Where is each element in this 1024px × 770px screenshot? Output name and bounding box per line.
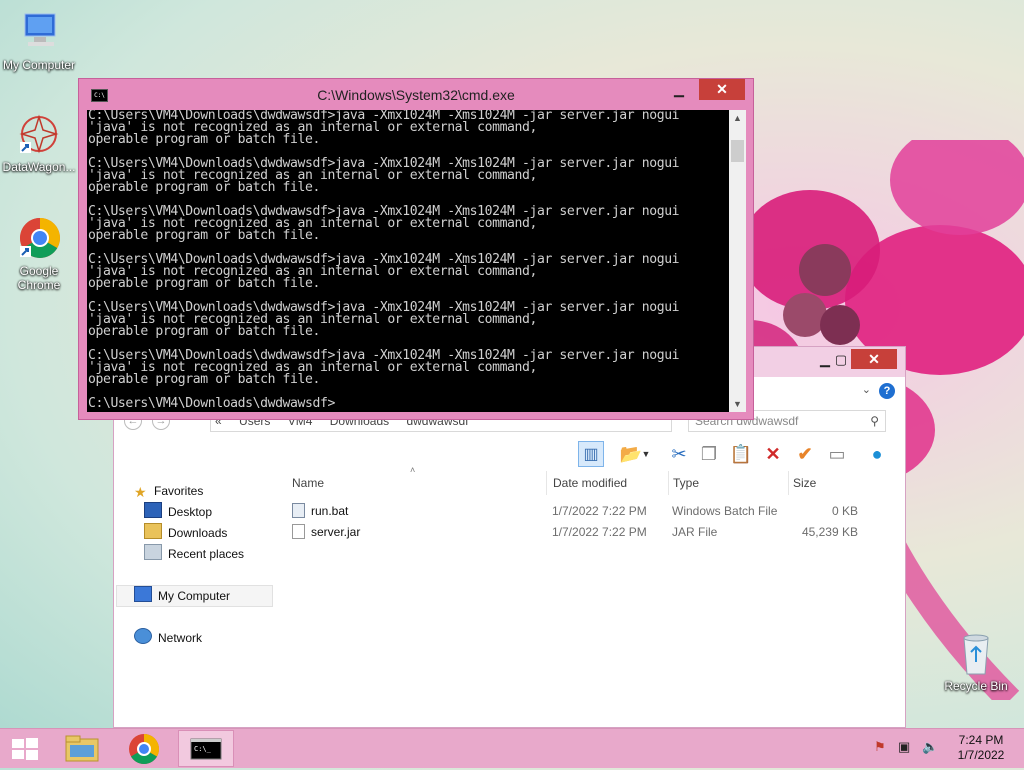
scroll-up-icon[interactable]: ▲ bbox=[729, 110, 746, 126]
jar-file-icon bbox=[292, 524, 305, 539]
desktop-icon bbox=[144, 502, 162, 518]
close-button[interactable]: ✕ bbox=[851, 349, 897, 369]
network-icon bbox=[134, 628, 152, 644]
console-text: C:\Users\VM4\Downloads\dwdwawsdf>java -X… bbox=[88, 110, 680, 411]
taskbar-file-explorer[interactable] bbox=[54, 730, 110, 767]
file-row-server-jar[interactable]: server.jar 1/7/2022 7:22 PM JAR File 45,… bbox=[290, 521, 902, 543]
svg-text:C:\_: C:\_ bbox=[194, 745, 212, 753]
close-button[interactable]: ✕ bbox=[699, 79, 745, 100]
preview-pane-icon[interactable]: ▥ bbox=[578, 441, 604, 467]
nav-my-computer[interactable]: My Computer bbox=[134, 586, 230, 606]
copy-icon[interactable]: ❐ bbox=[696, 441, 722, 467]
nav-label: Favorites bbox=[154, 484, 204, 498]
console-output[interactable]: C:\Users\VM4\Downloads\dwdwawsdf>java -X… bbox=[87, 110, 729, 412]
volume-muted-icon[interactable]: 🔈 bbox=[922, 739, 938, 755]
folder-icon bbox=[65, 735, 99, 762]
cmd-icon: C:\_ bbox=[190, 738, 222, 760]
minimize-button[interactable]: ▁ bbox=[665, 79, 693, 100]
search-icon[interactable]: ⚲ bbox=[870, 411, 879, 431]
file-size: 45,239 KB bbox=[801, 525, 858, 539]
computer-icon bbox=[134, 586, 152, 602]
navigation-pane: ★ Favorites Desktop Downloads Recent plac… bbox=[114, 473, 289, 723]
nav-desktop[interactable]: Desktop bbox=[144, 502, 212, 522]
computer-icon bbox=[24, 13, 56, 46]
desktop-icon-datawagon[interactable]: DataWagon... bbox=[0, 112, 78, 174]
help-icon[interactable]: ? bbox=[879, 383, 895, 399]
downloads-folder-icon bbox=[144, 523, 162, 539]
cmd-title-bar[interactable]: C:\ C:\Windows\System32\cmd.exe ▁ ▢ ✕ bbox=[79, 79, 753, 111]
nav-label: Downloads bbox=[168, 526, 228, 540]
nav-network[interactable]: Network bbox=[134, 628, 202, 648]
recycle-bin-icon bbox=[963, 634, 989, 675]
nav-label: My Computer bbox=[158, 589, 231, 603]
chrome-icon bbox=[20, 218, 60, 258]
rename-check-icon[interactable]: ✔ bbox=[792, 441, 818, 467]
file-type: JAR File bbox=[672, 525, 718, 539]
file-type: Windows Batch File bbox=[672, 504, 778, 518]
cut-icon[interactable]: ✂ bbox=[666, 441, 692, 467]
nav-downloads[interactable]: Downloads bbox=[144, 523, 227, 543]
datawagon-icon bbox=[19, 114, 59, 154]
windows-logo-icon bbox=[12, 738, 38, 760]
file-name-cell[interactable]: server.jar bbox=[292, 521, 360, 543]
properties-icon[interactable]: ▭ bbox=[824, 441, 850, 467]
clock-time: 7:24 PM bbox=[958, 733, 1004, 747]
column-header-type[interactable]: Type bbox=[671, 471, 789, 495]
chrome-icon bbox=[129, 734, 160, 765]
dropdown-arrow-icon[interactable]: ▼ bbox=[640, 441, 652, 467]
column-header-date[interactable]: Date modified bbox=[551, 471, 669, 495]
file-row-run-bat[interactable]: run.bat 1/7/2022 7:22 PM Windows Batch F… bbox=[290, 500, 902, 522]
desktop-icon-label: DataWagon... bbox=[2, 160, 76, 174]
desktop-icon-google-chrome[interactable]: Google Chrome bbox=[0, 216, 78, 292]
cmd-window-title: C:\Windows\System32\cmd.exe bbox=[317, 87, 515, 103]
cmd-window[interactable]: C:\ C:\Windows\System32\cmd.exe ▁ ▢ ✕ C:… bbox=[78, 78, 754, 420]
file-name: run.bat bbox=[311, 504, 349, 518]
delete-icon[interactable]: ✕ bbox=[760, 441, 786, 467]
taskbar: C:\_ ⚑ ▣ 🔈 7:24 PM 1/7/2022 bbox=[0, 728, 1024, 768]
start-button[interactable] bbox=[0, 730, 50, 767]
network-tray-icon[interactable]: ▣ bbox=[898, 739, 910, 755]
desktop-icon-label: Google Chrome bbox=[17, 264, 61, 292]
explorer-toolbar: ▥ 📂 ▼ ✂ ❐ 📋 ✕ ✔ ▭ ● bbox=[574, 439, 904, 469]
globe-icon[interactable]: ● bbox=[864, 441, 890, 467]
nav-label: Desktop bbox=[168, 505, 213, 519]
system-clock[interactable]: 7:24 PM 1/7/2022 bbox=[948, 733, 1014, 763]
desktop-icon-label: Recycle Bin bbox=[944, 679, 1008, 693]
column-header-name[interactable]: Name bbox=[290, 471, 547, 495]
desktop-icon-label: My Computer bbox=[2, 58, 76, 72]
ribbon-expand-icon[interactable]: ⌄ bbox=[862, 383, 871, 396]
nav-label: Network bbox=[158, 631, 203, 645]
clock-date: 1/7/2022 bbox=[957, 748, 1005, 762]
paste-icon[interactable]: 📋 bbox=[728, 441, 754, 467]
star-icon: ★ bbox=[134, 484, 147, 500]
file-name-cell[interactable]: run.bat bbox=[292, 500, 348, 522]
vertical-scrollbar[interactable]: ▲ ▼ bbox=[729, 110, 746, 412]
action-center-icon[interactable]: ⚑ bbox=[874, 739, 886, 755]
taskbar-chrome[interactable] bbox=[116, 730, 172, 767]
taskbar-cmd[interactable]: C:\_ bbox=[178, 730, 234, 767]
scrollbar-thumb[interactable] bbox=[731, 140, 744, 162]
nav-recent-places[interactable]: Recent places bbox=[144, 544, 244, 564]
file-size: 0 KB bbox=[831, 504, 858, 518]
file-date: 1/7/2022 7:22 PM bbox=[552, 504, 647, 518]
nav-label: Recent places bbox=[168, 547, 245, 561]
desktop-icon-my-computer[interactable]: My Computer bbox=[0, 10, 78, 72]
scroll-down-icon[interactable]: ▼ bbox=[729, 396, 746, 412]
column-header-size[interactable]: Size bbox=[791, 471, 861, 495]
nav-favorites[interactable]: ★ Favorites bbox=[134, 481, 203, 501]
recent-places-icon bbox=[144, 544, 162, 560]
desktop-icon-recycle-bin[interactable]: Recycle Bin bbox=[940, 630, 1012, 693]
batch-file-icon bbox=[292, 503, 305, 518]
file-date: 1/7/2022 7:22 PM bbox=[552, 525, 647, 539]
file-name: server.jar bbox=[311, 525, 361, 539]
